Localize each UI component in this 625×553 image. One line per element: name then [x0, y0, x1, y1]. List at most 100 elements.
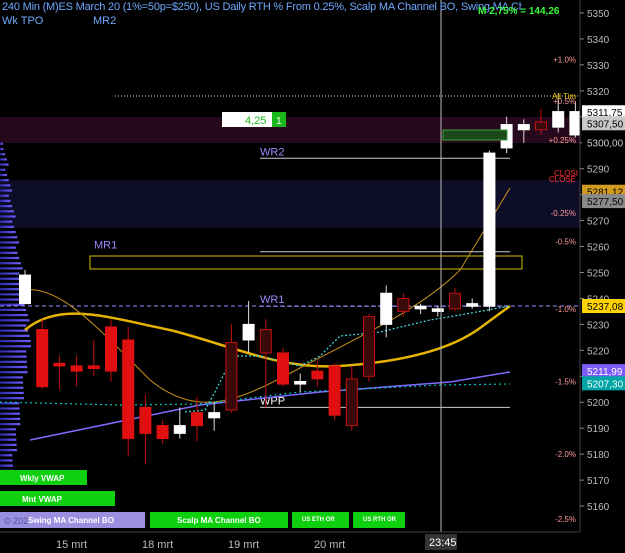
price-tick-label: 5220 [587, 346, 610, 357]
profile-bar [0, 417, 21, 421]
teal-dotted-line [0, 383, 511, 406]
candle-body [259, 329, 272, 354]
profile-bar [0, 464, 13, 467]
price-tick-label: 5320 [587, 87, 610, 98]
candle-body [466, 303, 479, 307]
price-tick-label: 5190 [587, 424, 610, 435]
profile-bar [0, 391, 24, 395]
profile-bar [0, 147, 4, 151]
us-rth-or-button[interactable]: US RTH OR [353, 512, 405, 528]
date-label: 20 mrt [314, 539, 345, 551]
percent-label: -0.5% [555, 237, 576, 246]
price-tick-label: 5330 [587, 61, 610, 72]
profile-bar [0, 360, 27, 363]
percent-label: -1.5% [555, 377, 576, 386]
us-eth-or-button[interactable]: US ETH OR [292, 512, 349, 528]
candle-body [345, 378, 358, 427]
candle-body [173, 425, 186, 434]
price-tick-label: 5170 [587, 476, 610, 487]
profile-bar [0, 319, 30, 322]
candle-body [397, 297, 410, 312]
candle-body [517, 124, 530, 131]
price-tick-label: 5350 [587, 9, 610, 20]
candle-body [242, 323, 255, 341]
price-tick-label: 5230 [587, 320, 610, 331]
percent-label: -1.0% [555, 305, 576, 314]
profile-bar [0, 339, 31, 343]
mnt-vwap-button[interactable]: Mnt VWAP [0, 491, 115, 506]
candle-body [70, 365, 83, 372]
cursor-time-label: 23:45 [429, 537, 457, 549]
candle-body [122, 339, 135, 440]
scalp-ma-channel-button[interactable]: Scalp MA Channel BO [150, 512, 288, 528]
profile-bar [0, 454, 13, 457]
svg-text:Wkly VWAP: Wkly VWAP [20, 474, 65, 483]
profile-bar [0, 215, 16, 218]
price-tick-label: 5340 [587, 35, 610, 46]
price-tick-label: 5200 [587, 398, 610, 409]
date-label: 18 mrt [142, 539, 173, 551]
profile-bar [0, 267, 23, 270]
price-tag-label: 5237,08 [587, 302, 624, 313]
profile-bar [0, 423, 21, 426]
candle-body [535, 121, 547, 131]
price-tick-label: 5180 [587, 450, 610, 461]
svg-text:US RTH OR: US RTH OR [363, 517, 397, 523]
percent-label: +1.0% [553, 56, 576, 65]
svg-text:US ETH OR: US ETH OR [302, 517, 335, 523]
profile-bar [0, 158, 7, 161]
svg-text:Mnt VWAP: Mnt VWAP [22, 495, 63, 504]
candle-body [552, 111, 565, 128]
candle-body [311, 370, 324, 380]
profile-bar [0, 142, 3, 145]
profile-bar [0, 194, 9, 197]
price-chart[interactable]: WR2MR1WR1WPP 4,25 1 Wkly VWAP Mnt VWAP S… [0, 0, 625, 553]
candle-body [569, 111, 582, 136]
candle-body [277, 352, 289, 385]
profile-bar [0, 241, 20, 244]
order-qty-value: 1 [276, 116, 282, 127]
profile-bar [0, 459, 13, 462]
closing-label: CLOSI [554, 169, 578, 178]
profile-bar [0, 246, 16, 249]
price-tag-label: 5300,00 [587, 139, 624, 150]
profile-bar [0, 251, 18, 254]
wkly-vwap-button[interactable]: Wkly VWAP [0, 470, 87, 485]
chart-title: 240 Min (M)ES March 20 (1%=50p=$250), US… [2, 1, 522, 13]
profile-bar [0, 407, 20, 410]
profile-bar [0, 153, 6, 156]
candle-body [431, 308, 444, 312]
mr2-label: MR2 [93, 15, 117, 27]
atr-readout: M 2,75% = 144,26 [478, 6, 560, 17]
candle-body [414, 305, 427, 310]
profile-bar [0, 225, 14, 228]
percent-label: -2.5% [555, 515, 576, 524]
percent-label: -2.0% [555, 450, 576, 459]
profile-bar [0, 173, 7, 177]
candle-body [87, 365, 100, 370]
profile-bar [0, 163, 9, 166]
profile-bar [0, 189, 13, 192]
price-tag-label: 5277,50 [587, 197, 624, 208]
price-tick-label: 5260 [587, 243, 610, 254]
candle-body [156, 425, 169, 440]
profile-bar [0, 236, 18, 239]
candle-body [105, 326, 117, 372]
svg-text:Scalp MA Channel BO: Scalp MA Channel BO [177, 516, 261, 525]
profile-bar [0, 412, 20, 415]
price-tag-label: 5307,50 [587, 119, 624, 130]
profile-bar [0, 448, 17, 452]
profile-bar [0, 438, 17, 441]
profile-bar [0, 184, 11, 187]
profile-bar [0, 210, 14, 213]
price-tick-label: 5270 [587, 217, 610, 228]
level-label-wr1: WR1 [260, 294, 284, 306]
profile-bar [0, 168, 6, 171]
profile-bar [0, 355, 27, 358]
profile-bar [0, 433, 17, 436]
date-axis-labels: 15 mrt 18 mrt 19 mrt 20 mrt [56, 539, 345, 551]
date-label: 15 mrt [56, 539, 87, 551]
profile-bar [0, 220, 13, 223]
price-tick-label: 5290 [587, 165, 610, 176]
profile-bar [0, 350, 27, 353]
